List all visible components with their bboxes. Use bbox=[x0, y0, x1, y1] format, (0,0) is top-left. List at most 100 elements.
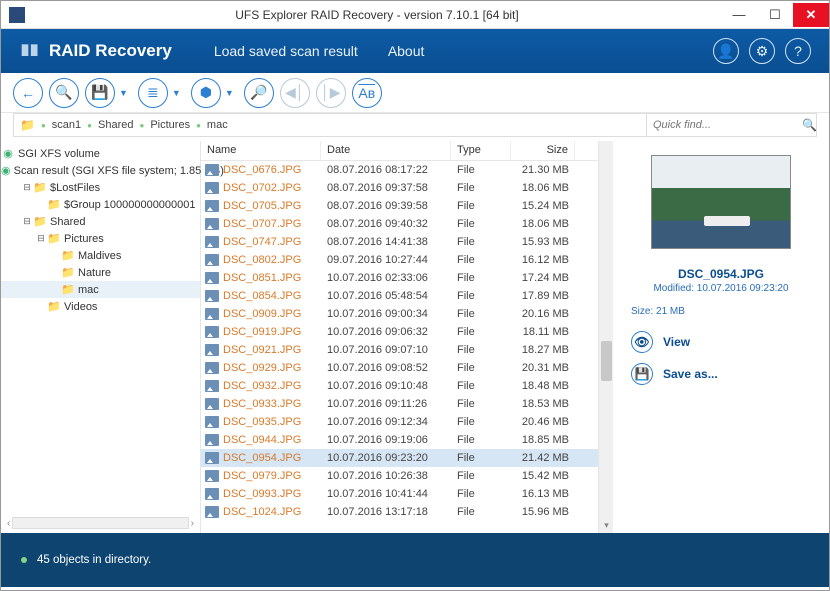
save-button[interactable]: 💾 bbox=[85, 78, 115, 108]
scroll-left-icon[interactable]: ‹ bbox=[5, 518, 12, 529]
image-file-icon bbox=[205, 164, 219, 176]
breadcrumb[interactable]: 📁 ●scan1 ●Shared ●Pictures ●mac bbox=[14, 114, 646, 136]
file-size: 20.31 MB bbox=[511, 362, 575, 374]
col-size[interactable]: Size bbox=[511, 141, 575, 160]
file-name: DSC_0854.JPG bbox=[223, 290, 301, 302]
help-button[interactable]: ? bbox=[785, 38, 811, 64]
tree-item[interactable]: 📁Videos bbox=[1, 298, 200, 315]
load-scan-link[interactable]: Load saved scan result bbox=[214, 43, 358, 59]
scroll-right-icon[interactable]: › bbox=[189, 518, 196, 529]
file-row[interactable]: DSC_0676.JPG08.07.2016 08:17:22File21.30… bbox=[201, 161, 598, 179]
file-row[interactable]: DSC_0909.JPG10.07.2016 09:00:34File20.16… bbox=[201, 305, 598, 323]
back-button[interactable]: ← bbox=[13, 78, 43, 108]
save-as-button[interactable]: 💾 Save as... bbox=[631, 363, 811, 385]
quick-find-input[interactable] bbox=[647, 114, 802, 136]
path-bar: 📁 ●scan1 ●Shared ●Pictures ●mac 🔍 bbox=[13, 113, 817, 137]
tree-item[interactable]: 📁Maldives bbox=[1, 247, 200, 264]
image-file-icon bbox=[205, 218, 219, 230]
image-file-icon bbox=[205, 308, 219, 320]
file-row[interactable]: DSC_0802.JPG09.07.2016 10:27:44File16.12… bbox=[201, 251, 598, 269]
tree-expander-icon[interactable]: ⊟ bbox=[21, 216, 33, 227]
file-name: DSC_0933.JPG bbox=[223, 398, 301, 410]
file-row[interactable]: DSC_0747.JPG08.07.2016 14:41:38File15.93… bbox=[201, 233, 598, 251]
tree-item[interactable]: ⊟📁$LostFiles bbox=[1, 179, 200, 196]
col-date[interactable]: Date bbox=[321, 141, 451, 160]
file-size: 21.30 MB bbox=[511, 164, 575, 176]
file-row[interactable]: DSC_1024.JPG10.07.2016 13:17:18File15.96… bbox=[201, 503, 598, 521]
file-row[interactable]: DSC_0993.JPG10.07.2016 10:41:44File16.13… bbox=[201, 485, 598, 503]
tree-item[interactable]: 📁Nature bbox=[1, 264, 200, 281]
maximize-button[interactable]: ☐ bbox=[757, 3, 793, 27]
file-name: DSC_0993.JPG bbox=[223, 488, 301, 500]
file-date: 10.07.2016 09:23:20 bbox=[321, 452, 451, 464]
file-row[interactable]: DSC_0933.JPG10.07.2016 09:11:26File18.53… bbox=[201, 395, 598, 413]
minimize-button[interactable]: — bbox=[721, 3, 757, 27]
file-row[interactable]: DSC_0935.JPG10.07.2016 09:12:34File20.46… bbox=[201, 413, 598, 431]
tree-item[interactable]: ⊟📁Pictures bbox=[1, 230, 200, 247]
tree-hscroll[interactable]: ‹ › bbox=[5, 516, 196, 530]
tree-item-label: $LostFiles bbox=[50, 182, 100, 194]
step-back-icon: ◀│ bbox=[285, 84, 305, 101]
path-seg[interactable]: Shared bbox=[98, 119, 133, 131]
file-size: 16.12 MB bbox=[511, 254, 575, 266]
quick-find: 🔍 bbox=[646, 114, 816, 136]
scan-icon: ◉ bbox=[1, 164, 11, 177]
file-row[interactable]: DSC_0929.JPG10.07.2016 09:08:52File20.31… bbox=[201, 359, 598, 377]
path-seg[interactable]: mac bbox=[207, 119, 228, 131]
file-row[interactable]: DSC_0854.JPG10.07.2016 05:48:54File17.89… bbox=[201, 287, 598, 305]
file-name: DSC_0929.JPG bbox=[223, 362, 301, 374]
file-date: 10.07.2016 13:17:18 bbox=[321, 506, 451, 518]
prev-button[interactable]: ◀│ bbox=[280, 78, 310, 108]
view-dropdown-icon[interactable]: ▼ bbox=[172, 88, 181, 98]
file-list-scrollbar[interactable]: ▾ bbox=[599, 141, 613, 533]
file-name: DSC_0802.JPG bbox=[223, 254, 301, 266]
tree-expander-icon[interactable]: ⊟ bbox=[21, 182, 33, 193]
account-button[interactable]: 👤 bbox=[713, 38, 739, 64]
file-row[interactable]: DSC_0979.JPG10.07.2016 10:26:38File15.42… bbox=[201, 467, 598, 485]
save-dropdown-icon[interactable]: ▼ bbox=[119, 88, 128, 98]
status-text: 45 objects in directory. bbox=[37, 554, 151, 566]
hex-dropdown-icon[interactable]: ▼ bbox=[225, 88, 234, 98]
col-name[interactable]: Name bbox=[201, 141, 321, 160]
scroll-thumb[interactable] bbox=[601, 341, 612, 381]
settings-button[interactable]: ⚙ bbox=[749, 38, 775, 64]
tree-volume[interactable]: ◉SGI XFS volume bbox=[1, 145, 200, 162]
image-file-icon bbox=[205, 434, 219, 446]
image-file-icon bbox=[205, 236, 219, 248]
search-button[interactable]: 🔍 bbox=[49, 78, 79, 108]
file-row[interactable]: DSC_0954.JPG10.07.2016 09:23:20File21.42… bbox=[201, 449, 598, 467]
hex-view-button[interactable]: ⬢ bbox=[191, 78, 221, 108]
view-button[interactable]: 👁 View bbox=[631, 331, 811, 353]
about-link[interactable]: About bbox=[388, 43, 425, 59]
list-view-button[interactable]: ≣ bbox=[138, 78, 168, 108]
tree-expander-icon[interactable]: ⊟ bbox=[35, 233, 47, 244]
tree-item[interactable]: 📁$Group 100000000000001 bbox=[1, 196, 200, 213]
image-file-icon bbox=[205, 362, 219, 374]
file-row[interactable]: DSC_0702.JPG08.07.2016 09:37:58File18.06… bbox=[201, 179, 598, 197]
col-type[interactable]: Type bbox=[451, 141, 511, 160]
file-row[interactable]: DSC_0932.JPG10.07.2016 09:10:48File18.48… bbox=[201, 377, 598, 395]
quick-find-go[interactable]: 🔍 bbox=[802, 114, 817, 136]
image-file-icon bbox=[205, 182, 219, 194]
file-date: 10.07.2016 09:11:26 bbox=[321, 398, 451, 410]
file-row[interactable]: DSC_0705.JPG08.07.2016 09:39:58File15.24… bbox=[201, 197, 598, 215]
path-seg[interactable]: Pictures bbox=[150, 119, 190, 131]
tree-item[interactable]: 📁mac bbox=[1, 281, 200, 298]
tree-item[interactable]: ⊟📁Shared bbox=[1, 213, 200, 230]
file-row[interactable]: DSC_0919.JPG10.07.2016 09:06:32File18.11… bbox=[201, 323, 598, 341]
file-row[interactable]: DSC_0944.JPG10.07.2016 09:19:06File18.85… bbox=[201, 431, 598, 449]
file-row[interactable]: DSC_0851.JPG10.07.2016 02:33:06File17.24… bbox=[201, 269, 598, 287]
file-row[interactable]: DSC_0707.JPG08.07.2016 09:40:32File18.06… bbox=[201, 215, 598, 233]
file-name: DSC_0676.JPG bbox=[223, 164, 301, 176]
path-seg[interactable]: scan1 bbox=[52, 119, 81, 131]
folder-icon: 📁 bbox=[61, 283, 75, 296]
tree-scan-result[interactable]: ◉Scan result (SGI XFS file system; 1.85 … bbox=[1, 162, 200, 179]
scroll-down-icon[interactable]: ▾ bbox=[600, 520, 613, 531]
close-button[interactable]: ✕ bbox=[793, 3, 829, 27]
next-button[interactable]: │▶ bbox=[316, 78, 346, 108]
find-button[interactable]: 🔎 bbox=[244, 78, 274, 108]
file-row[interactable]: DSC_0921.JPG10.07.2016 09:07:10File18.27… bbox=[201, 341, 598, 359]
save-icon: 💾 bbox=[635, 367, 650, 381]
case-button[interactable]: Aʙ bbox=[352, 78, 382, 108]
binoculars-icon: 🔎 bbox=[250, 84, 267, 101]
